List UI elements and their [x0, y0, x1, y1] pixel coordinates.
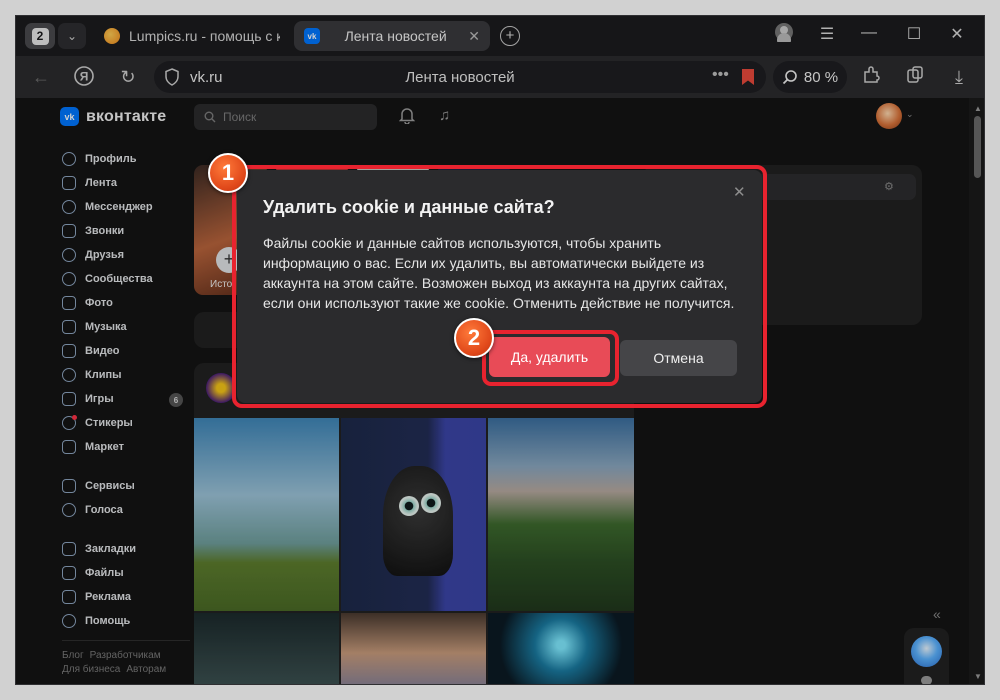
button-highlight-frame	[482, 330, 619, 386]
cancel-button[interactable]: Отмена	[620, 340, 737, 376]
step-marker-2: 2	[454, 318, 494, 358]
step-marker-1: 1	[208, 153, 248, 193]
